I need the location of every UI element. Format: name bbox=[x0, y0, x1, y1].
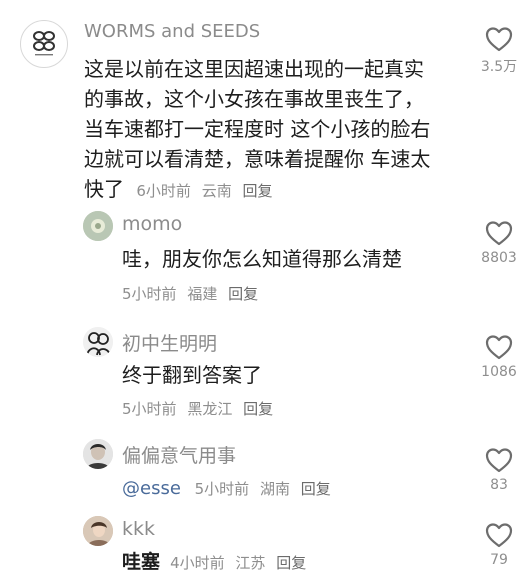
flower-avatar-icon bbox=[83, 211, 113, 241]
comment-meta: 5小时前 黑龙江 回复 bbox=[122, 398, 279, 419]
reply-button[interactable]: 回复 bbox=[243, 400, 273, 418]
comment-time: 5小时前 bbox=[122, 285, 177, 303]
comment-meta: 6小时前 云南 回复 bbox=[136, 182, 278, 200]
comment-text-tail: 快了 bbox=[84, 177, 124, 201]
comment-meta: 4小时前 江苏 回复 bbox=[170, 554, 312, 572]
reply-button[interactable]: 回复 bbox=[301, 480, 331, 498]
avatar[interactable] bbox=[20, 20, 68, 68]
like-button[interactable]: 8803 bbox=[474, 220, 524, 266]
comment-location: 湖南 bbox=[259, 480, 290, 498]
comment-location: 黑龙江 bbox=[187, 400, 233, 418]
avatar[interactable] bbox=[83, 211, 113, 241]
comment-time: 6小时前 bbox=[136, 182, 191, 200]
like-count: 83 bbox=[490, 477, 508, 493]
comment-location: 江苏 bbox=[235, 554, 266, 572]
sketch-people-avatar-icon bbox=[83, 327, 113, 357]
comment-author[interactable]: momo bbox=[122, 213, 182, 235]
like-button[interactable]: 83 bbox=[474, 447, 524, 493]
comment-text-line: 快了 6小时前 云南 回复 bbox=[84, 174, 474, 206]
worms-and-seeds-logo-icon bbox=[33, 31, 55, 56]
comment-text: 这是以前在这里因超速出现的一起真实 的事故，这个小女孩在事故里丧生了， 当车速都… bbox=[84, 54, 474, 206]
comment-text-body: 哇塞 bbox=[122, 551, 161, 573]
heart-icon bbox=[485, 335, 513, 360]
comment-location: 福建 bbox=[187, 285, 218, 303]
like-button[interactable]: 79 bbox=[474, 522, 524, 568]
comment-location: 云南 bbox=[201, 182, 232, 200]
reply-button[interactable]: 回复 bbox=[242, 182, 272, 200]
avatar[interactable] bbox=[83, 516, 113, 546]
comment-text-line: 当车速都打一定程度时 这个小孩的脸右 bbox=[84, 117, 431, 141]
heart-icon bbox=[485, 448, 513, 473]
reply-button[interactable]: 回复 bbox=[228, 285, 258, 303]
avatar[interactable] bbox=[83, 327, 113, 357]
heart-icon bbox=[485, 523, 513, 548]
photo-avatar-icon bbox=[83, 516, 113, 546]
mention-link[interactable]: @esse bbox=[122, 478, 181, 499]
comment-author[interactable]: 偏偏意气用事 bbox=[122, 441, 236, 468]
like-button[interactable]: 3.5万 bbox=[474, 26, 524, 76]
comment-text: @esse 5小时前 湖南 回复 bbox=[122, 476, 337, 502]
heart-icon bbox=[485, 221, 513, 246]
comment-meta: 5小时前 福建 回复 bbox=[122, 283, 264, 304]
comment-text: 终于翻到答案了 bbox=[122, 363, 262, 387]
like-count: 79 bbox=[490, 552, 508, 568]
comment-author[interactable]: kkk bbox=[122, 518, 155, 540]
comment-time: 5小时前 bbox=[122, 400, 177, 418]
avatar[interactable] bbox=[83, 439, 113, 469]
comment-author[interactable]: WORMS and SEEDS bbox=[84, 21, 260, 42]
comment-time: 5小时前 bbox=[194, 480, 250, 498]
like-count: 1086 bbox=[481, 364, 517, 380]
reply-button[interactable]: 回复 bbox=[276, 554, 306, 572]
comment-text-line: 这是以前在这里因超速出现的一起真实 bbox=[84, 57, 424, 81]
comment-time: 4小时前 bbox=[170, 554, 225, 572]
portrait-avatar-icon bbox=[83, 439, 113, 469]
comment-text: 哇，朋友你怎么知道得那么清楚 bbox=[122, 247, 402, 271]
comment-author[interactable]: 初中生明明 bbox=[122, 329, 217, 356]
comment-meta: 5小时前 湖南 回复 bbox=[195, 480, 337, 498]
comment-text-line: 边就可以看清楚，意味着提醒你 车速太 bbox=[84, 147, 431, 171]
like-count: 3.5万 bbox=[480, 59, 518, 75]
like-count: 8803 bbox=[481, 250, 517, 266]
like-button[interactable]: 1086 bbox=[474, 334, 524, 380]
comment-text-line: 的事故，这个小女孩在事故里丧生了， bbox=[84, 87, 424, 111]
heart-icon bbox=[485, 27, 513, 52]
comment-text: 哇塞 4小时前 江苏 回复 bbox=[122, 549, 312, 576]
